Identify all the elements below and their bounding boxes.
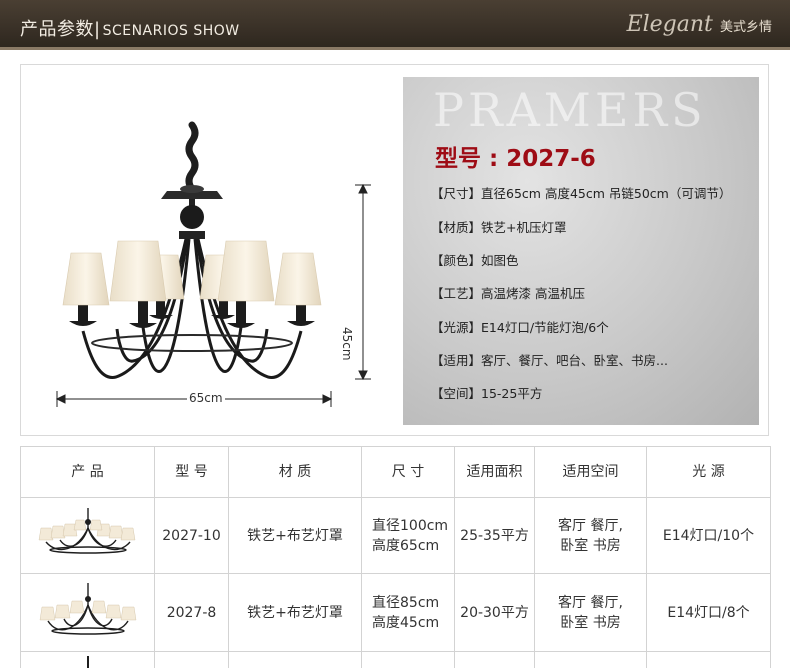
chandelier-thumbnail: [38, 507, 135, 554]
spec-label: 【适用】: [431, 353, 482, 368]
spec-row: 【尺寸】直径65cm 高度45cm 吊链50cm（可调节）: [431, 183, 731, 202]
spec-label: 【材质】: [431, 220, 482, 235]
spec-label: 【尺寸】: [431, 186, 482, 201]
spec-value: E14灯口/节能灯泡/6个: [481, 320, 609, 335]
light-cell: E14灯口/8个: [646, 573, 771, 652]
model-number: 型号 : 2027-6: [435, 146, 596, 172]
spec-row: 【空间】15-25平方: [431, 383, 542, 402]
width-dimension-label: 65cm: [187, 391, 225, 405]
model-cell: 2027-10: [154, 497, 229, 574]
height-dimension-label: 45cm: [340, 327, 354, 361]
material-cell: 铁艺+布艺灯罩: [228, 497, 362, 574]
space-cell: 客厅 餐厅, 卧室 书房: [534, 497, 647, 574]
light-cell: E14灯口/10个: [646, 497, 771, 574]
spec-row: 【材质】铁艺+机压灯罩: [431, 217, 567, 236]
space-cell: 客厅 餐厅, 卧室 书房: [534, 573, 647, 652]
spec-row: 【颜色】如图色: [431, 250, 519, 269]
product-table: 产 品 型 号 材 质 尺 寸 适用面积 适用空间 光 源 2027-10 铁艺…: [20, 446, 771, 668]
product-thumbnail: [20, 497, 155, 574]
table-row: [20, 651, 771, 668]
column-header: 适用空间: [534, 446, 647, 498]
spec-row: 【工艺】高温烤漆 高温机压: [431, 283, 585, 302]
table-header-row: 产 品 型 号 材 质 尺 寸 适用面积 适用空间 光 源: [20, 446, 771, 498]
material-cell: 铁艺+布艺灯罩: [228, 573, 362, 652]
brand-cn: 美式乡情: [719, 20, 772, 35]
product-thumbnail: [20, 651, 155, 668]
header-banner: 产品参数| SCENARIOS SHOW Elegant 美式乡情: [0, 0, 790, 50]
area-cell: 25-35平方: [454, 497, 535, 574]
table-row: 2027-10 铁艺+布艺灯罩 直径100cm 高度65cm 25-35平方 客…: [20, 497, 771, 574]
product-image: 45cm 65cm: [21, 65, 401, 437]
section-title-cn: 产品参数: [20, 19, 94, 40]
spec-label: 【光源】: [431, 320, 482, 335]
spec-row: 【光源】E14灯口/节能灯泡/6个: [431, 317, 609, 336]
section-title-en: SCENARIOS SHOW: [102, 23, 240, 39]
spec-row: 【适用】客厅、餐厅、吧台、卧室、书房...: [431, 350, 668, 369]
spec-label: 【颜色】: [431, 253, 482, 268]
brand-watermark: PRAMERS: [433, 83, 707, 137]
spec-label: 【空间】: [431, 386, 482, 401]
spec-value: 15-25平方: [481, 386, 543, 401]
section-title: 产品参数| SCENARIOS SHOW: [20, 19, 240, 40]
spec-card: PRAMERS 型号 : 2027-6 【尺寸】直径65cm 高度45cm 吊链…: [403, 77, 759, 425]
chandelier-image: [55, 121, 371, 407]
column-header: 适用面积: [454, 446, 535, 498]
spec-label: 【工艺】: [431, 286, 482, 301]
spec-value: 铁艺+机压灯罩: [481, 220, 567, 235]
size-cell: 直径100cm 高度65cm: [361, 497, 455, 574]
model-cell: 2027-8: [154, 573, 229, 652]
product-thumbnail: [20, 573, 155, 652]
spec-value: 如图色: [481, 253, 519, 268]
column-header: 产 品: [20, 446, 155, 498]
size-cell: 直径85cm 高度45cm: [361, 573, 455, 652]
product-panel: 45cm 65cm PRAMERS 型号 : 2027-6 【尺寸】直径65cm…: [20, 64, 769, 436]
area-cell: 20-30平方: [454, 573, 535, 652]
spec-value: 高温烤漆 高温机压: [481, 286, 585, 301]
column-header: 尺 寸: [361, 446, 455, 498]
chandelier-thumbnail: [39, 582, 136, 635]
column-header: 光 源: [646, 446, 771, 498]
chandelier-thumbnail: [86, 655, 89, 668]
spec-value: 直径65cm 高度45cm 吊链50cm（可调节）: [481, 186, 732, 201]
table-row: 2027-8 铁艺+布艺灯罩 直径85cm 高度45cm 20-30平方 客厅 …: [20, 573, 771, 652]
brand-script: Elegant: [626, 12, 713, 37]
brand-logo: Elegant 美式乡情: [627, 12, 772, 37]
spec-value: 客厅、餐厅、吧台、卧室、书房...: [481, 353, 668, 368]
column-header: 材 质: [228, 446, 362, 498]
column-header: 型 号: [154, 446, 229, 498]
